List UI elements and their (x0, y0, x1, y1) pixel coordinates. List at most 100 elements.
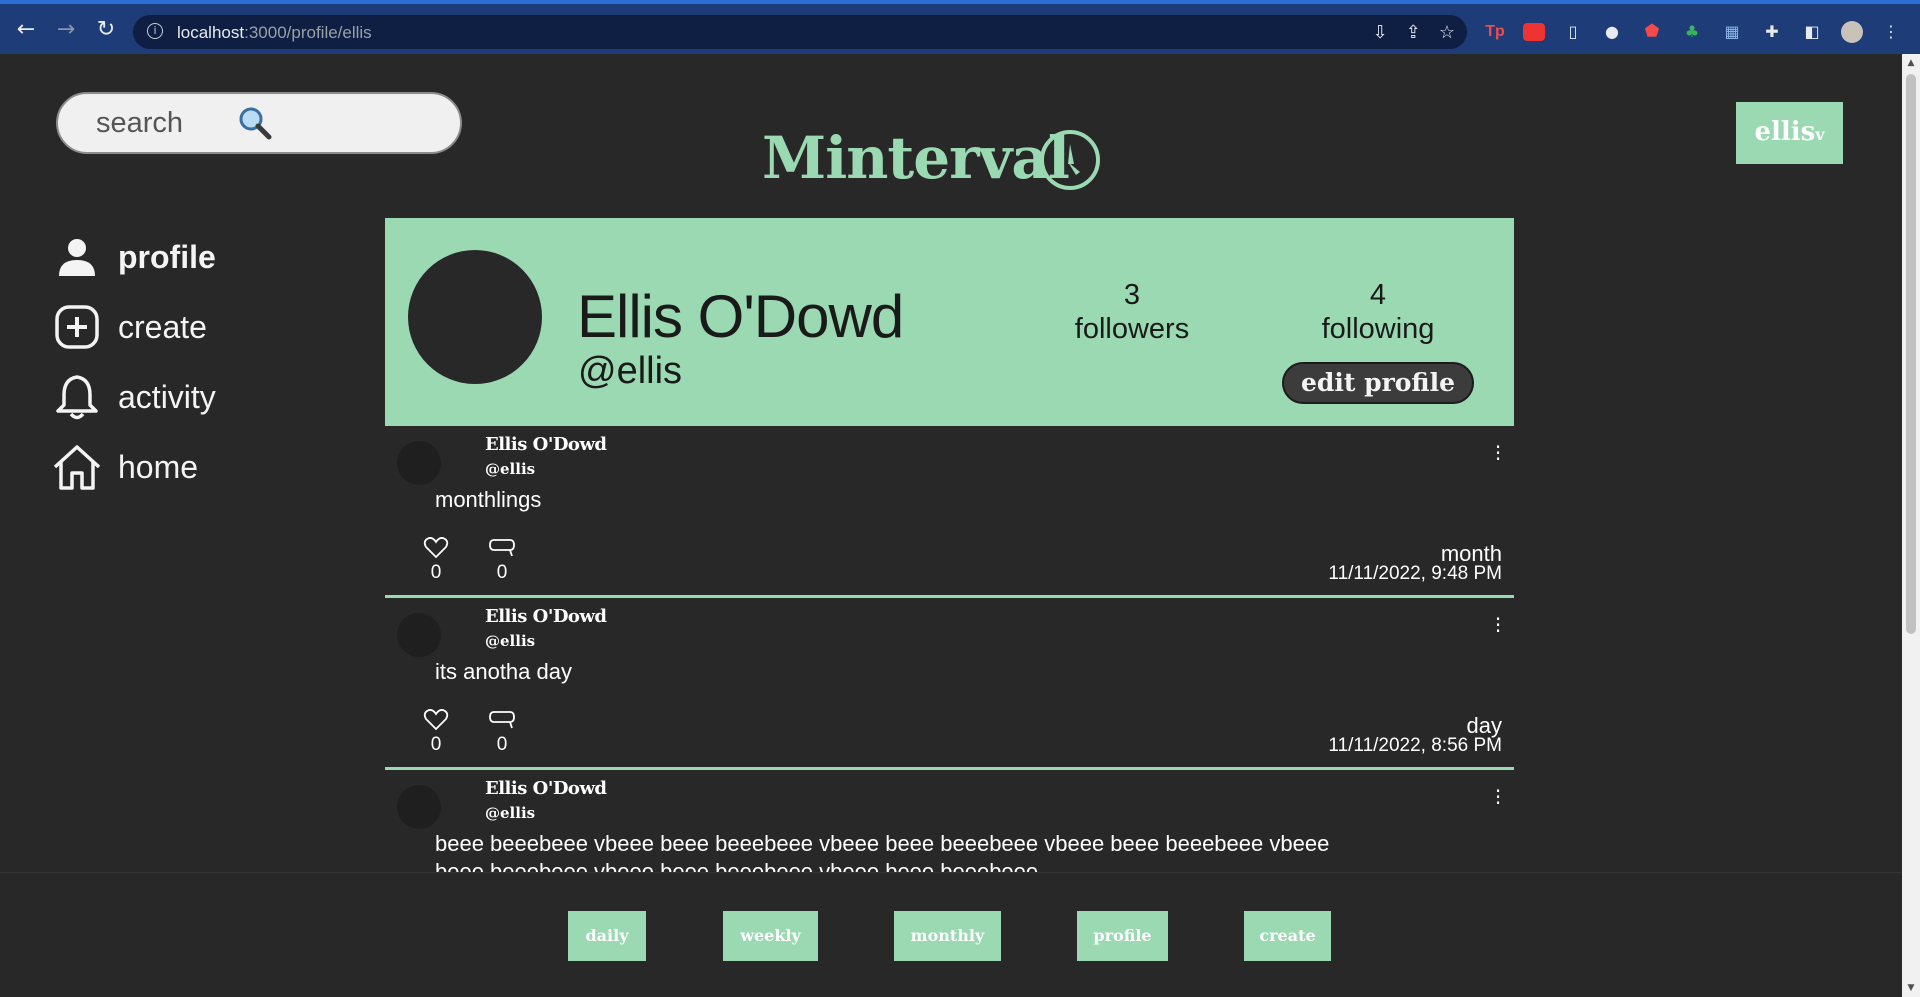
nav-item-profile-label: profile (118, 238, 216, 275)
followers-count: 3 (1123, 279, 1141, 311)
nav-item-create[interactable]: create (52, 292, 216, 362)
extension-red-icon[interactable] (1523, 23, 1545, 41)
daily-button[interactable]: daily (568, 911, 646, 961)
share-icon[interactable]: ⇪ (1406, 22, 1421, 43)
post-timestamp: 11/11/2022, 9:48 PM (1328, 563, 1502, 584)
comment-button[interactable]: 0 (486, 708, 518, 756)
browser-profile-avatar[interactable] (1841, 21, 1863, 43)
comment-icon (486, 708, 518, 734)
nav-item-create-label: create (118, 308, 207, 345)
url-text: localhost:3000/profile/ellis (177, 23, 372, 43)
post-interval: month 11/11/2022, 9:48 PM (1328, 541, 1502, 584)
comment-count: 0 (496, 562, 508, 583)
nav-item-activity[interactable]: activity (52, 362, 216, 432)
bell-icon (52, 372, 102, 422)
post-interval-label: day (1466, 713, 1502, 738)
like-count: 0 (430, 734, 442, 755)
site-info-icon[interactable]: i (147, 23, 163, 39)
post-options-icon[interactable]: · · · (1494, 781, 1502, 813)
comment-icon (486, 536, 518, 562)
post-timestamp: 11/11/2022, 8:56 PM (1328, 735, 1502, 756)
heart-icon (420, 708, 452, 734)
post-author-handle[interactable]: @ellis (485, 804, 535, 822)
scroll-up-icon[interactable]: ▲ (1902, 54, 1920, 72)
profile-feed: Ellis O'Dowd @ellis 3 followers 4 follow… (385, 218, 1514, 872)
house-icon (52, 442, 102, 492)
side-panel-icon[interactable]: ◧ (1801, 21, 1823, 43)
extensions-puzzle-icon[interactable]: ✚ (1761, 21, 1783, 43)
forward-icon[interactable]: → (54, 18, 78, 42)
post-interval: day 11/11/2022, 8:56 PM (1328, 713, 1502, 756)
weekly-button[interactable]: weekly (723, 911, 818, 961)
page-scrollbar[interactable]: ▲ ▼ (1902, 54, 1920, 997)
extension-tree-icon[interactable]: ♣ (1681, 21, 1703, 43)
extension-device-icon[interactable]: ▯ (1562, 21, 1584, 43)
user-menu-label: ellis (1754, 117, 1816, 147)
post-options-icon[interactable]: · · · (1494, 609, 1502, 641)
extension-dot-icon[interactable]: ● (1601, 21, 1623, 43)
following-count: 4 (1369, 279, 1387, 311)
followers-stat[interactable]: 3 followers (1057, 278, 1207, 346)
like-button[interactable]: 0 (420, 536, 452, 584)
profile-name: Ellis O'Dowd (577, 283, 904, 350)
comment-button[interactable]: 0 (486, 536, 518, 584)
clock-logo-icon (1040, 130, 1100, 190)
url-host: localhost (177, 23, 245, 42)
post-text: monthlings (435, 487, 542, 512)
monthly-button[interactable]: monthly (894, 911, 1001, 961)
post-author-handle[interactable]: @ellis (485, 632, 535, 650)
nav-item-home-label: home (118, 448, 199, 485)
scrollbar-thumb[interactable] (1906, 74, 1916, 634)
comment-count: 0 (496, 734, 508, 755)
search-placeholder: search (96, 107, 184, 139)
search-input[interactable]: search (56, 92, 462, 154)
post-author-name[interactable]: Ellis O'Dowd (485, 606, 607, 627)
post-options-icon[interactable]: · · · (1494, 437, 1502, 469)
scroll-down-icon[interactable]: ▼ (1902, 979, 1920, 997)
bottom-navigation: daily weekly monthly profile create (0, 872, 1902, 997)
search-icon[interactable] (238, 106, 272, 147)
nav-item-home[interactable]: home (52, 432, 216, 502)
browser-toolbar: ← → ↻ i localhost:3000/profile/ellis ⇩ ⇪… (0, 0, 1920, 54)
profile-avatar (408, 250, 542, 384)
install-icon[interactable]: ⇩ (1373, 22, 1388, 43)
profile-handle: @ellis (578, 350, 683, 392)
address-bar[interactable]: i localhost:3000/profile/ellis ⇩ ⇪ ☆ (133, 15, 1467, 49)
extension-grid-icon[interactable]: ▦ (1721, 21, 1743, 43)
brand-title: Minterval (762, 124, 1070, 192)
edit-profile-button[interactable]: edit profile (1282, 362, 1474, 404)
reload-icon[interactable]: ↻ (94, 18, 118, 42)
browser-menu-icon[interactable]: ⋮ (1880, 21, 1902, 43)
following-stat[interactable]: 4 following (1303, 278, 1453, 346)
bookmark-star-icon[interactable]: ☆ (1439, 22, 1455, 43)
post-author-handle[interactable]: @ellis (485, 460, 535, 478)
plus-circle-icon (52, 302, 102, 352)
post-card: Ellis O'Dowd @ellis · · · monthlings 0 0 m… (385, 426, 1514, 598)
post-text: beee beeebeee vbeee beee beeebeee vbeee … (435, 831, 1330, 872)
create-button[interactable]: create (1244, 911, 1331, 961)
like-count: 0 (430, 562, 442, 583)
nav-item-profile[interactable]: profile (52, 222, 216, 292)
like-button[interactable]: 0 (420, 708, 452, 756)
profile-button[interactable]: profile (1077, 911, 1168, 961)
url-path: :3000/profile/ellis (244, 23, 372, 42)
post-text: its anotha day (435, 659, 572, 684)
post-author-avatar (397, 441, 441, 485)
back-icon[interactable]: ← (14, 18, 38, 42)
post-author-name[interactable]: Ellis O'Dowd (485, 778, 607, 799)
extension-tp-icon[interactable]: Tp (1484, 21, 1506, 43)
user-menu-button[interactable]: ellisv (1736, 102, 1843, 164)
profile-header-card: Ellis O'Dowd @ellis 3 followers 4 follow… (385, 218, 1514, 426)
side-navigation: profile create activity home (52, 222, 216, 502)
followers-label: followers (1074, 313, 1190, 345)
extension-shield-icon[interactable]: ⬟ (1641, 21, 1663, 43)
person-icon (52, 232, 102, 282)
post-author-avatar (397, 785, 441, 829)
heart-icon (420, 536, 452, 562)
post-card: Ellis O'Dowd @ellis · · · its anotha day 0… (385, 598, 1514, 770)
post-interval-label: month (1440, 541, 1502, 566)
nav-item-activity-label: activity (118, 378, 216, 415)
post-author-avatar (397, 613, 441, 657)
following-label: following (1321, 313, 1435, 345)
post-author-name[interactable]: Ellis O'Dowd (485, 434, 607, 455)
